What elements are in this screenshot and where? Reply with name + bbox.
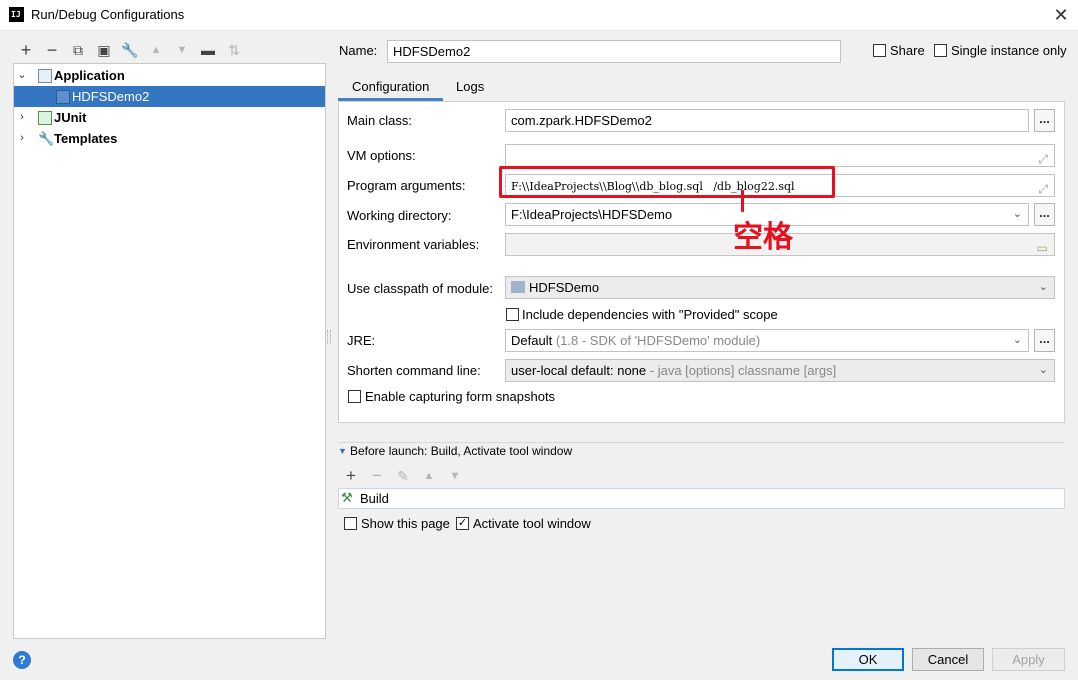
- share-label: Share: [890, 43, 925, 58]
- shorten-command-line-value: user-local default: none: [511, 363, 647, 378]
- tree-item-label: Application: [54, 68, 125, 83]
- show-page-checkbox[interactable]: [344, 517, 357, 530]
- close-icon[interactable]: ✕: [1051, 5, 1071, 25]
- browse-working-directory-button[interactable]: ...: [1034, 203, 1055, 226]
- task-build-label: Build: [360, 491, 389, 506]
- show-page-label: Show this page: [361, 516, 450, 531]
- splitter-handle[interactable]: [327, 330, 331, 344]
- window-title: Run/Debug Configurations: [31, 7, 185, 22]
- separator: [338, 442, 1065, 443]
- move-up-icon[interactable]: ▲: [147, 41, 165, 59]
- activate-tool-window-label: Activate tool window: [473, 516, 591, 531]
- tree-item-hdfsdemo2[interactable]: HDFSDemo2: [14, 86, 325, 107]
- ok-button[interactable]: OK: [832, 648, 904, 671]
- help-icon[interactable]: ?: [13, 651, 31, 669]
- save-icon[interactable]: ▣: [95, 41, 113, 59]
- chevron-down-icon: ⌄: [1012, 208, 1022, 220]
- single-instance-checkbox[interactable]: [934, 44, 947, 57]
- copy-icon[interactable]: ⧉: [69, 41, 87, 59]
- tab-logs[interactable]: Logs: [442, 74, 498, 101]
- jre-value: Default: [511, 333, 553, 348]
- cancel-button[interactable]: Cancel: [912, 648, 984, 671]
- tree-item-application[interactable]: ⌄ Application: [14, 65, 325, 86]
- vm-options-field[interactable]: ⤢: [505, 144, 1055, 167]
- collapse-triangle-icon[interactable]: ▼: [338, 446, 347, 456]
- add-icon[interactable]: +: [17, 41, 35, 59]
- remove-icon[interactable]: −: [43, 41, 61, 59]
- chevron-down-icon: ⌄: [1038, 281, 1048, 293]
- chevron-down-icon[interactable]: ⌄: [16, 65, 28, 86]
- name-field[interactable]: HDFSDemo2: [387, 40, 841, 63]
- add-task-icon[interactable]: +: [342, 467, 360, 485]
- jre-hint: (1.8 - SDK of 'HDFSDemo' module): [555, 333, 761, 348]
- program-arguments-label: Program arguments:: [347, 178, 466, 193]
- tree-item-label: Templates: [54, 131, 118, 146]
- run-config-icon: [56, 90, 70, 104]
- classpath-module-combo[interactable]: HDFSDemo ⌄: [505, 276, 1055, 299]
- shorten-command-line-label: Shorten command line:: [347, 363, 481, 378]
- working-directory-label: Working directory:: [347, 208, 452, 223]
- edit-task-icon[interactable]: ✎: [394, 467, 412, 485]
- enable-snapshots-checkbox[interactable]: [348, 390, 361, 403]
- tree-item-templates[interactable]: › 🔧 Templates: [14, 128, 325, 149]
- expand-icon[interactable]: ⤢: [1038, 149, 1048, 166]
- browse-jre-button[interactable]: ...: [1034, 329, 1055, 352]
- name-label: Name:: [339, 43, 378, 58]
- browse-main-class-button[interactable]: ...: [1034, 109, 1055, 132]
- annotation-highlight-box: [499, 166, 835, 198]
- main-class-field[interactable]: com.zpark.HDFSDemo2: [505, 109, 1029, 132]
- tree-item-label: JUnit: [54, 110, 87, 125]
- tree-item-junit[interactable]: › JUnit: [14, 107, 325, 128]
- enable-snapshots-label: Enable capturing form snapshots: [365, 389, 556, 404]
- before-launch-title[interactable]: Before launch: Build, Activate tool wind…: [350, 444, 572, 458]
- application-icon: [38, 69, 52, 83]
- shorten-command-line-combo[interactable]: user-local default: none - java [options…: [505, 359, 1055, 382]
- activate-tool-window-checkbox[interactable]: ✓: [456, 517, 469, 530]
- jre-combo[interactable]: Default (1.8 - SDK of 'HDFSDemo' module)…: [505, 329, 1029, 352]
- expand-icon[interactable]: ⤢: [1038, 179, 1048, 196]
- folder-icon[interactable]: ▭: [1037, 238, 1048, 255]
- folder-icon[interactable]: ▬: [199, 41, 217, 59]
- chevron-right-icon[interactable]: ›: [16, 128, 28, 149]
- move-down-icon[interactable]: ▼: [173, 41, 191, 59]
- share-checkbox[interactable]: [873, 44, 886, 57]
- chevron-down-icon: ⌄: [1012, 334, 1022, 346]
- single-instance-label: Single instance only: [951, 43, 1067, 58]
- wrench-icon[interactable]: 🔧: [121, 41, 139, 59]
- move-task-up-icon[interactable]: ▲: [420, 467, 438, 485]
- chevron-down-icon: ⌄: [1038, 364, 1048, 376]
- classpath-module-label: Use classpath of module:: [347, 281, 493, 296]
- shorten-command-line-hint: - java [options] classname [args]: [649, 363, 837, 378]
- annotation-label: 空格: [733, 220, 793, 255]
- vm-options-label: VM options:: [347, 148, 416, 163]
- chevron-right-icon[interactable]: ›: [16, 107, 28, 128]
- tree-item-label: HDFSDemo2: [72, 89, 150, 104]
- move-task-down-icon[interactable]: ▼: [446, 467, 464, 485]
- include-dependencies-label: Include dependencies with "Provided" sco…: [522, 307, 778, 322]
- sort-icon[interactable]: ⇅: [225, 41, 243, 59]
- module-icon: [511, 281, 525, 293]
- working-directory-value: F:\IdeaProjects\HDFSDemo: [511, 207, 673, 222]
- include-dependencies-checkbox[interactable]: [506, 308, 519, 321]
- intellij-app-icon: IJ: [9, 7, 24, 22]
- jre-label: JRE:: [347, 333, 376, 348]
- environment-variables-label: Environment variables:: [347, 237, 480, 252]
- classpath-module-value: HDFSDemo: [529, 280, 600, 295]
- apply-button[interactable]: Apply: [992, 648, 1065, 671]
- remove-task-icon[interactable]: −: [368, 467, 386, 485]
- junit-icon: [38, 111, 52, 125]
- tab-configuration[interactable]: Configuration: [338, 74, 444, 101]
- wrench-icon: 🔧: [38, 131, 55, 146]
- configuration-tree[interactable]: ⌄ Application HDFSDemo2 › JUnit › 🔧 Temp…: [13, 63, 326, 639]
- before-launch-task-list[interactable]: ⚒ Build: [338, 488, 1065, 509]
- main-class-label: Main class:: [347, 113, 413, 128]
- hammer-icon: ⚒: [341, 490, 353, 505]
